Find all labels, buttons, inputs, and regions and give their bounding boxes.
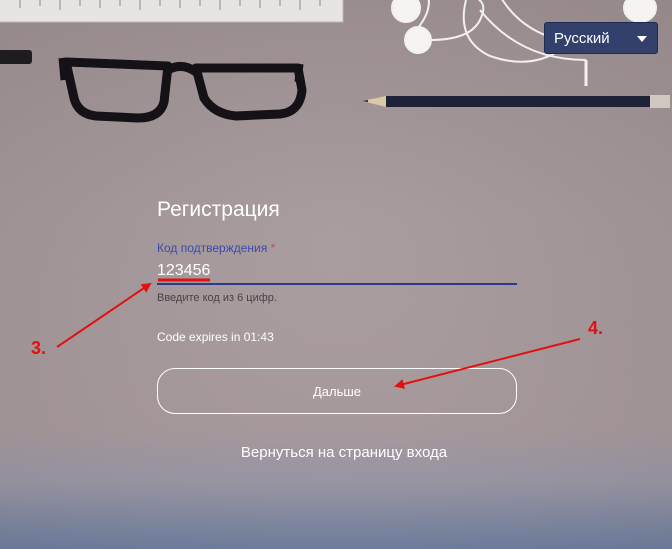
ruler-image: [0, 0, 344, 23]
next-button[interactable]: Дальше: [157, 368, 517, 414]
language-select-value: Русский: [554, 30, 610, 47]
step-3-label: 3.: [31, 338, 47, 358]
back-to-login-link[interactable]: Вернуться на страницу входа: [157, 444, 531, 461]
glasses-image: [58, 57, 307, 123]
code-label-text: Код подтверждения: [157, 241, 268, 255]
code-hint: Введите код из 6 цифр.: [157, 292, 277, 304]
code-expiry-timer: Code expires in 01:43: [157, 330, 274, 344]
verification-code-input[interactable]: [157, 259, 517, 285]
chevron-down-icon: [637, 36, 647, 42]
language-select[interactable]: Русский: [544, 22, 658, 54]
pencil-image: [362, 95, 670, 108]
pen-image: [0, 50, 32, 64]
required-mark: *: [270, 241, 276, 255]
step-4-label: 4.: [588, 318, 604, 338]
page-title: Регистрация: [157, 198, 280, 221]
code-field-label: Код подтверждения *: [157, 241, 275, 255]
